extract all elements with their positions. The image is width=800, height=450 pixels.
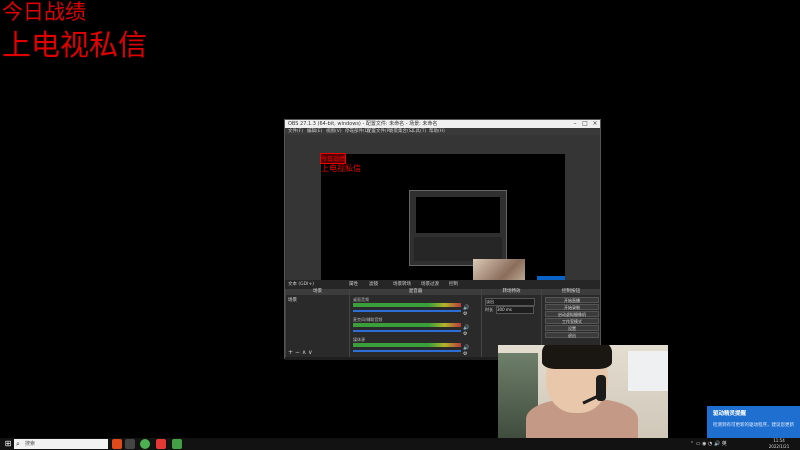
- webcam-person-hair: [542, 345, 612, 369]
- tab-scene-fade[interactable]: 场景过渡: [421, 280, 439, 289]
- nested-preview: [409, 190, 507, 266]
- taskbar-search-box[interactable]: ⌕ 搜索: [14, 439, 108, 449]
- source-toolbar: 文本 (GDI+) 属性 滤镜 场景转场 场景过渡 控制: [285, 280, 600, 289]
- tray-icons[interactable]: ⌃ ▭ ◉ ◔ 🔊 英: [690, 438, 727, 450]
- preview-area[interactable]: 今日战绩 上电视私信: [285, 135, 600, 291]
- scenes-header: 场景: [286, 289, 349, 295]
- menu-profile[interactable]: 配置文件(P): [367, 128, 391, 135]
- menu-edit[interactable]: 编辑(E): [307, 128, 322, 135]
- app-icon-2[interactable]: [140, 439, 150, 449]
- taskbar: ⊞ ⌕ 搜索 ⌃ ▭ ◉ ◔ 🔊 英 11:54 2022/1/21: [0, 438, 800, 450]
- tab-controls[interactable]: 控制: [449, 280, 458, 289]
- studio-mode-button[interactable]: 工作室模式: [545, 318, 599, 324]
- menu-view[interactable]: 视图(V): [326, 128, 342, 135]
- mixer-channel-mic: 麦克风/辅助音频 🔊 ⚙: [353, 317, 473, 337]
- menu-file[interactable]: 文件(F): [288, 128, 303, 135]
- obs-app-icon[interactable]: [125, 439, 135, 449]
- nested-preview-canvas: [416, 197, 500, 233]
- preview-canvas[interactable]: 今日战绩 上电视私信: [319, 153, 565, 291]
- app-icon-4[interactable]: [172, 439, 182, 449]
- duration-label: 时长: [485, 307, 493, 312]
- obs-menubar: 文件(F) 编辑(E) 视图(V) 停靠部件(D) 配置文件(P) 场景集合(S…: [285, 128, 600, 135]
- scene-item[interactable]: 场景: [288, 297, 297, 303]
- close-icon[interactable]: ×: [590, 120, 600, 128]
- nested-mixer: [414, 237, 502, 261]
- mixer-header: 混音器: [350, 289, 481, 295]
- clock-date: 2022/1/21: [768, 444, 790, 449]
- mixer-channel-desktop: 桌面音频 🔊 ⚙: [353, 297, 473, 317]
- source-label: 文本 (GDI+): [288, 282, 314, 287]
- obs-window-title: OBS 27.1.3 (64-bit, windows) - 配置文件: 未命名…: [288, 121, 438, 127]
- settings-button[interactable]: 设置: [545, 325, 599, 331]
- maximize-icon[interactable]: □: [580, 120, 590, 128]
- notification-body: 检测到有可更新的驱动程序，建议您更新: [713, 423, 794, 428]
- scene-add-remove-buttons[interactable]: + − ∧ ∨: [288, 349, 313, 356]
- preview-text-title: 今日战绩: [319, 153, 347, 164]
- speaker-icon[interactable]: 🔊 ⚙: [463, 345, 473, 357]
- taskbar-clock[interactable]: 11:54 2022/1/21: [762, 438, 796, 450]
- menu-help[interactable]: 帮助(H): [429, 128, 445, 135]
- preview-text-subtitle: 上电视私信: [321, 164, 361, 173]
- start-streaming-button[interactable]: 开始直播: [545, 297, 599, 303]
- volume-meter: [353, 323, 461, 327]
- speaker-icon[interactable]: 🔊 ⚙: [463, 305, 473, 317]
- volume-slider[interactable]: [353, 310, 461, 312]
- menu-scene-collection[interactable]: 场景集合(S): [389, 128, 413, 135]
- transition-select[interactable]: 淡出: [485, 298, 535, 306]
- app-icon-1[interactable]: [112, 439, 122, 449]
- mixer-channel-media: 媒体源 🔊 ⚙: [353, 337, 473, 357]
- obs-window: OBS 27.1.3 (64-bit, windows) - 配置文件: 未命名…: [284, 119, 601, 360]
- exit-button[interactable]: 退出: [545, 332, 599, 338]
- volume-meter: [353, 343, 461, 347]
- search-placeholder: 搜索: [25, 441, 36, 447]
- volume-slider[interactable]: [353, 350, 461, 352]
- start-recording-button[interactable]: 开始录制: [545, 304, 599, 310]
- volume-slider[interactable]: [353, 330, 461, 332]
- overlay-title: 今日战绩: [2, 0, 86, 24]
- mixer-panel: 混音器 桌面音频 🔊 ⚙ 麦克风/辅助音频 🔊 ⚙ 媒体源 🔊 ⚙: [349, 289, 481, 357]
- windows-start-icon[interactable]: ⊞: [3, 439, 13, 449]
- overlay-subtitle: 上电视私信: [2, 28, 148, 62]
- app-icon-3[interactable]: [156, 439, 166, 449]
- filters-button[interactable]: 滤镜: [369, 280, 378, 289]
- webcam-window: [628, 351, 668, 391]
- search-icon: ⌕: [16, 440, 20, 448]
- webcam-feed: [498, 345, 668, 441]
- duration-input[interactable]: 300 ms: [496, 306, 534, 314]
- speaker-icon[interactable]: 🔊 ⚙: [463, 325, 473, 337]
- minimize-icon[interactable]: –: [570, 120, 580, 128]
- obs-titlebar: OBS 27.1.3 (64-bit, windows) - 配置文件: 未命名…: [285, 120, 600, 128]
- properties-button[interactable]: 属性: [349, 280, 358, 289]
- virtual-camera-button[interactable]: 启动虚拟摄像机: [545, 311, 599, 317]
- controls-header: 控制按钮: [542, 289, 600, 295]
- driver-notification[interactable]: 驱动精灵提醒 检测到有可更新的驱动程序，建议您更新: [707, 406, 800, 438]
- menu-tools[interactable]: 工具(T): [411, 128, 426, 135]
- transitions-header: 转场特效: [482, 289, 541, 295]
- tab-scene-transition[interactable]: 场景转场: [393, 280, 411, 289]
- scenes-panel: 场景 场景 + − ∧ ∨: [285, 289, 349, 357]
- volume-meter: [353, 303, 461, 307]
- notification-title: 驱动精灵提醒: [713, 411, 747, 417]
